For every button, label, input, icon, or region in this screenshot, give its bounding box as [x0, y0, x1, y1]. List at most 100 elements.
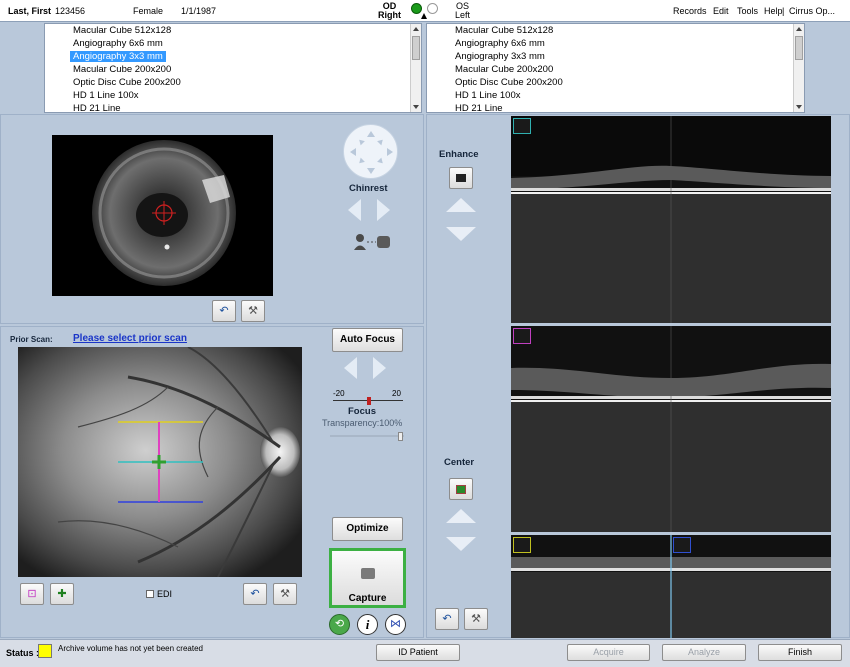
os-eye-label[interactable]: OS Left	[455, 2, 470, 20]
oct-scan1-thumb[interactable]	[513, 118, 531, 134]
capture-button[interactable]: Capture	[329, 548, 406, 608]
scan-list-os-item[interactable]: Macular Cube 512x128	[427, 24, 804, 37]
scan-list-od-item[interactable]: Macular Cube 512x128	[45, 24, 421, 37]
menu-records[interactable]: Records	[673, 6, 707, 16]
scan-list-os-item[interactable]: Angiography 3x3 mm	[427, 50, 804, 63]
add-scan-box-button[interactable]: ⊡	[20, 583, 44, 605]
fundus-undo-button[interactable]: ↶	[243, 583, 267, 605]
center-down-arrow[interactable]	[446, 537, 476, 551]
scan-list-od-item[interactable]: Macular Cube 200x200	[45, 63, 421, 76]
iris-undo-button[interactable]: ↶	[212, 300, 236, 322]
scan-list-od-item[interactable]: Optic Disc Cube 200x200	[45, 76, 421, 89]
edi-label: EDI	[157, 589, 173, 599]
compare-icon[interactable]: ⋈	[385, 614, 406, 635]
info-icon[interactable]: i	[357, 614, 378, 635]
oct-tool-button[interactable]: ⚒	[464, 608, 488, 630]
transparency-slider[interactable]	[330, 432, 404, 441]
focus-right-arrow[interactable]	[373, 357, 386, 379]
add-crosshair-button[interactable]: ✚	[50, 583, 74, 605]
menu-help[interactable]: Help	[764, 6, 783, 16]
enhance-button[interactable]	[449, 167, 473, 189]
id-patient-button[interactable]: ID Patient	[376, 644, 460, 661]
scan-list-os-item[interactable]: Angiography 6x6 mm	[427, 37, 804, 50]
capture-label: Capture	[348, 593, 387, 604]
scan-list-os-item-label: HD 1 Line 100x	[455, 90, 521, 101]
fundus-tool-button[interactable]: ⚒	[273, 583, 297, 605]
oct-bscan-horizontal[interactable]	[511, 116, 831, 323]
acquire-button[interactable]: Acquire	[567, 644, 650, 661]
scan-list-od-scrollbar[interactable]	[410, 24, 421, 112]
oct-bscan-image-3	[511, 535, 831, 638]
scan-list-os-item-label: Angiography 3x3 mm	[455, 51, 545, 62]
status-bar: Status : Archive volume has not yet been…	[0, 639, 850, 667]
finish-button[interactable]: Finish	[758, 644, 842, 661]
scan-list-os-item[interactable]: Macular Cube 200x200	[427, 63, 804, 76]
scan-list-od-item[interactable]: Angiography 6x6 mm	[45, 37, 421, 50]
center-icon	[456, 485, 466, 494]
status-message: Archive volume has not yet been created	[58, 644, 203, 653]
status-indicator	[38, 644, 52, 658]
chinrest-label: Chinrest	[349, 183, 388, 194]
scan-list-os-item[interactable]: HD 1 Line 100x	[427, 89, 804, 102]
oct-bscan-vertical[interactable]	[511, 326, 831, 532]
auto-focus-button[interactable]: Auto Focus	[332, 328, 403, 352]
scan-list-os-item[interactable]: HD 21 Line	[427, 102, 804, 112]
menu-edit[interactable]: Edit	[713, 6, 729, 16]
enhance-icon	[456, 174, 466, 182]
scan-list-os-item-label: Angiography 6x6 mm	[455, 38, 545, 49]
scan-list-os-item-label: Macular Cube 512x128	[455, 25, 554, 36]
patient-sex: Female	[133, 6, 164, 16]
patient-name: Last, First	[8, 6, 52, 16]
menu-app[interactable]: Cirrus Op...	[789, 6, 835, 16]
analyze-button[interactable]: Analyze	[662, 644, 746, 661]
scan-list-od-item[interactable]: Angiography 3x3 mm	[45, 50, 421, 63]
transparency-label: Transparency:100%	[322, 418, 403, 428]
scan-list-od-item-label: HD 1 Line 100x	[73, 90, 139, 101]
patient-id: 123456	[55, 6, 86, 16]
wrench-icon: ⚒	[280, 588, 290, 600]
os-indicator-icon[interactable]	[427, 3, 438, 14]
scan-list-os[interactable]: Macular Cube 512x128 Angiography 6x6 mm An…	[426, 23, 805, 113]
scan-list-od[interactable]: Macular Cube 512x128 Angiography 6x6 mm An…	[44, 23, 422, 113]
oct-scan4-thumb[interactable]	[673, 537, 691, 553]
focus-left-arrow[interactable]	[344, 357, 357, 379]
enhance-label: Enhance	[439, 149, 479, 160]
chinrest-left-arrow[interactable]	[348, 199, 361, 221]
center-up-arrow[interactable]	[446, 509, 476, 523]
chinrest-joystick[interactable]	[343, 124, 398, 179]
wrench-icon: ⚒	[471, 613, 481, 625]
header-bar: Last, First 123456 Female 1/1/1987 OD Rig…	[0, 0, 850, 22]
status-label: Status :	[6, 648, 40, 658]
scan-list-os-item[interactable]: Optic Disc Cube 200x200	[427, 76, 804, 89]
od-eye-label[interactable]: OD Right	[378, 2, 401, 20]
scan-list-od-item-label: Macular Cube 512x128	[73, 25, 172, 36]
oct-scan3-thumb[interactable]	[513, 537, 531, 553]
oct-scan2-thumb[interactable]	[513, 328, 531, 344]
focus-slider[interactable]	[333, 397, 403, 405]
select-prior-scan-link[interactable]: Please select prior scan	[73, 333, 187, 344]
optimize-button[interactable]: Optimize	[332, 517, 403, 541]
enhance-up-arrow[interactable]	[446, 198, 476, 212]
patient-dob: 1/1/1987	[181, 6, 217, 16]
iris-tool-button[interactable]: ⚒	[241, 300, 265, 322]
fundus-view[interactable]	[18, 346, 302, 578]
center-button[interactable]	[449, 478, 473, 500]
head-rest-icon[interactable]	[352, 233, 392, 251]
tracking-icon[interactable]: ⟲	[329, 614, 350, 635]
menu-tools[interactable]: Tools	[737, 6, 758, 16]
enhance-down-arrow[interactable]	[446, 227, 476, 241]
scan-list-od-item[interactable]: HD 21 Line	[45, 102, 421, 112]
chinrest-right-arrow[interactable]	[377, 199, 390, 221]
iris-camera-view[interactable]	[52, 135, 273, 296]
crosshair-undo-icon: ✚	[57, 588, 67, 600]
scan-list-od-item-label: Angiography 3x3 mm	[70, 51, 166, 62]
scan-list-os-scrollbar[interactable]	[793, 24, 804, 112]
oct-bscan-split[interactable]	[511, 535, 831, 638]
oct-undo-button[interactable]: ↶	[435, 608, 459, 630]
edi-checkbox[interactable]	[146, 590, 154, 598]
undo-icon: ↶	[442, 613, 452, 625]
scan-list-od-item[interactable]: HD 1 Line 100x	[45, 89, 421, 102]
scan-list-od-item-label: Angiography 6x6 mm	[73, 38, 163, 49]
scan-list-od-item-label: Macular Cube 200x200	[73, 64, 172, 75]
focus-max-label: 20	[392, 389, 401, 398]
